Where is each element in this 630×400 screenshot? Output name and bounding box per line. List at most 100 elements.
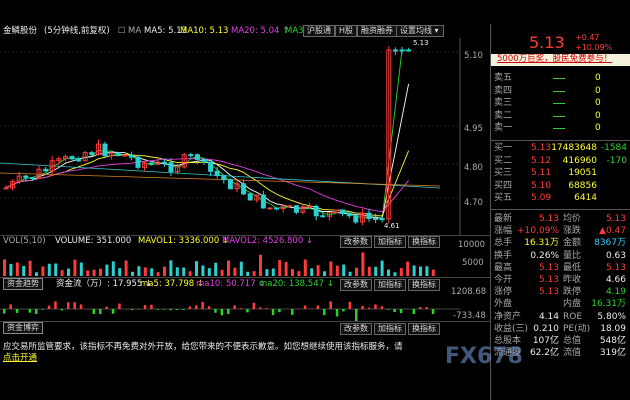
stat-label: PE(动): [563, 323, 591, 334]
flow-bar: [188, 306, 192, 309]
flow-tab[interactable]: 资金趋势: [3, 278, 43, 290]
flow-params-button[interactable]: 改参数: [340, 279, 372, 291]
ask-level-dash: [553, 90, 565, 92]
volume-bar: [143, 267, 147, 276]
candle-body: [293, 205, 299, 213]
candle-body: [201, 158, 207, 163]
top-price-label: 5.13: [413, 39, 429, 47]
flow-bar: [169, 309, 172, 311]
volume-bar: [348, 271, 352, 276]
candle-body: [260, 194, 266, 209]
flow-bar: [201, 301, 204, 309]
flow-bar: [393, 309, 396, 313]
volume-change-button[interactable]: 换指标: [408, 236, 440, 248]
period-label[interactable]: (5分钟线,前复权): [44, 26, 110, 37]
price-axis-tick: 4.70: [464, 198, 483, 208]
candle-body: [399, 49, 405, 52]
candle-body: [221, 174, 227, 181]
stat-label: 总值: [563, 336, 582, 346]
volume-bar: [406, 261, 410, 276]
volume-bar: [342, 264, 346, 276]
bid-volume: 68856: [568, 180, 597, 191]
watermark: FX678: [445, 344, 523, 369]
flow-add-button[interactable]: 加指标: [374, 279, 406, 291]
h-share-button[interactable]: H股: [335, 25, 358, 37]
ad-banner-text[interactable]: 5000万巨奖，股民免费参与！: [497, 54, 612, 65]
volume-bar: [367, 266, 371, 276]
flow-bar: [207, 306, 211, 309]
flow-bar: [233, 305, 236, 309]
stat-label: 量比: [563, 250, 582, 261]
game-params-button[interactable]: 改参数: [340, 323, 372, 335]
ask-row: 卖五 0: [491, 72, 629, 84]
flow-chart[interactable]: [0, 292, 460, 322]
stat-value: 62.2亿: [529, 348, 559, 359]
stat-value: 18.09: [600, 323, 626, 334]
stats-row: 最新 5.13 均价 5.13: [491, 213, 629, 225]
candle-body: [69, 156, 75, 160]
volume-chart[interactable]: [0, 248, 460, 276]
stat-label: 涨跌: [563, 226, 582, 237]
candle-body: [161, 161, 167, 164]
stat-value: +10.09%: [517, 226, 559, 237]
volume-bar: [150, 268, 154, 276]
stat-value: 5.13: [605, 262, 626, 273]
stats-row: 净资产 4.14 ROE 5.80%: [491, 311, 629, 323]
flow-bar: [342, 309, 345, 312]
candle-body: [29, 177, 35, 180]
stat-value: 0.210: [533, 323, 559, 334]
hushen-button[interactable]: 沪股通: [303, 25, 335, 37]
candle-body: [128, 154, 134, 158]
stat-value: 16.31万: [591, 299, 626, 310]
volume-bar: [303, 259, 307, 276]
volume-bar: [169, 260, 173, 276]
game-change-button[interactable]: 换指标: [408, 323, 440, 335]
flow-change-button[interactable]: 换指标: [408, 279, 440, 291]
game-tab[interactable]: 资金博弈: [3, 322, 43, 334]
margin-button[interactable]: 融资融券: [357, 25, 397, 37]
bid-row: 买一 5.13 17483648 -1584: [491, 142, 629, 154]
volume-bar: [425, 266, 429, 276]
ma-line: [5, 49, 409, 220]
candle-body: [274, 207, 280, 210]
bid-change: -1584: [600, 143, 627, 153]
ask-volume: 0: [595, 123, 601, 133]
volume-params-button[interactable]: 改参数: [340, 236, 372, 248]
flow-bar: [28, 309, 32, 313]
stat-value: 5.13: [538, 262, 559, 273]
candle-body: [340, 209, 346, 214]
candle-body: [241, 183, 247, 195]
bid-price: 5.11: [531, 168, 552, 178]
stats-divider: [491, 209, 630, 210]
flow-bar: [265, 308, 268, 309]
ma-setting-button[interactable]: 设置均线 ▾: [396, 25, 444, 37]
flow-bar: [220, 309, 224, 316]
stat-value: 4.14: [538, 311, 559, 322]
order-book-bids: 买一 5.13 17483648 -1584 买二 5.12 416960 -170 买三 5.1…: [491, 142, 630, 206]
flow-bar: [419, 307, 422, 309]
stat-label: 均价: [563, 214, 582, 224]
settings-icon[interactable]: ☐: [118, 26, 126, 37]
volume-add-button[interactable]: 加指标: [374, 236, 406, 248]
stat-value: 16.31万: [524, 238, 559, 249]
flow-bar: [316, 305, 320, 309]
ask-row: 卖二 0: [491, 110, 629, 122]
volume-value: VOLUME: 351.000: [55, 236, 132, 246]
volume-bar: [284, 261, 288, 276]
price-axis-tick: 5.10: [464, 51, 483, 61]
candle-body: [214, 170, 220, 176]
stats-row: 换手 0.26% 量比 0.63: [491, 250, 629, 262]
stat-value: 107亿: [532, 336, 559, 346]
flow-bar: [111, 309, 115, 314]
game-add-button[interactable]: 加指标: [374, 323, 406, 335]
flow-ma20: ma20: 138.547 ↓: [259, 279, 334, 289]
activate-link[interactable]: 点击开通: [3, 353, 37, 364]
bid-row: 买五 5.09 6414: [491, 192, 629, 204]
price-axis-tick: 4.80: [464, 163, 483, 173]
kline-chart[interactable]: [0, 38, 490, 236]
volume-bar: [399, 268, 403, 276]
volume-title[interactable]: VOL(5,10): [3, 236, 46, 247]
volume-bar: [163, 266, 166, 276]
flow-bar: [195, 305, 198, 309]
ma-label: MA: [128, 26, 142, 36]
